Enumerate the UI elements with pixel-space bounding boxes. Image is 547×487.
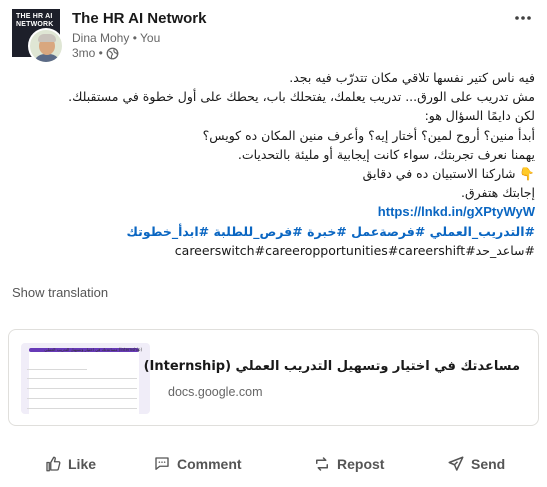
like-label: Like xyxy=(68,456,97,472)
comment-icon xyxy=(155,457,169,470)
link-preview-card[interactable]: مساعدتك في اختيار وتسهيل التدريب العملي … xyxy=(8,329,539,426)
more-options-button[interactable] xyxy=(509,6,537,30)
comment-button[interactable]: Comment xyxy=(153,448,242,480)
author-avatar[interactable] xyxy=(28,28,64,64)
comment-label: Comment xyxy=(177,456,242,472)
link-thumbnail: مساعدتك في اختيار وتسهيل التدريب العملي … xyxy=(21,343,150,414)
post-link[interactable]: https://lnkd.in/gXPtyWyW xyxy=(378,204,535,219)
ellipsis-icon xyxy=(515,16,531,20)
show-translation-link[interactable]: Show translation xyxy=(12,285,108,300)
post-actions-bar: Like Comment Repost Send xyxy=(0,448,547,480)
post-line: فيه ناس كتير نفسها تلاقي مكان تتدرّب فيه… xyxy=(289,70,535,85)
repost-icon xyxy=(316,457,328,471)
post-line: 👇 شاركنا الاستبيان ده في دقايق xyxy=(362,166,535,182)
time-text: 3mo • xyxy=(72,46,103,60)
like-button[interactable]: Like xyxy=(44,448,96,480)
repost-label: Repost xyxy=(337,456,385,472)
send-label: Send xyxy=(471,456,506,472)
hashtags-mixed[interactable]: #ساعد_حد#careerswitch#careeropportunitie… xyxy=(12,241,535,260)
thumbs-up-icon xyxy=(46,456,61,472)
post-line: يهمنا نعرف تجربتك، سواء كانت إيجابية أو … xyxy=(237,146,535,162)
globe-icon xyxy=(106,47,119,59)
repost-button[interactable]: Repost xyxy=(313,448,384,480)
post-time: 3mo • xyxy=(72,46,119,60)
send-button[interactable]: Send xyxy=(447,448,505,480)
author-line: Dina Mohy • You xyxy=(72,31,161,45)
post-line: أبدأ منين؟ أروح لمين؟ أختار إيه؟ وأعرف م… xyxy=(202,127,535,143)
hashtags-arabic[interactable]: #التدريب_العملي #فرصةعمل #خبرة #فرص_للطل… xyxy=(127,224,535,239)
company-name[interactable]: The HR AI Network xyxy=(72,10,206,27)
post-line: إجابتك هتفرق. xyxy=(460,185,535,201)
logo-text: THE HR AI NETWORK xyxy=(16,13,54,28)
send-icon xyxy=(448,456,464,471)
post-header: THE HR AI NETWORK The HR AI Network Dina… xyxy=(0,0,547,70)
post-line: لكن دايمًا السؤال هو: xyxy=(424,108,535,124)
post-line: مش تدريب على الورق... تدريب يعلمك، يفتحل… xyxy=(68,89,535,105)
thumbnail-caption: مساعدتك في اختيار وتسهيل التدريب العملي … xyxy=(44,347,142,352)
post-text: فيه ناس كتير نفسها تلاقي مكان تتدرّب فيه… xyxy=(12,68,535,260)
link-card-domain: docs.google.com xyxy=(168,385,263,399)
link-card-title[interactable]: مساعدتك في اختيار وتسهيل التدريب العملي … xyxy=(144,359,520,374)
